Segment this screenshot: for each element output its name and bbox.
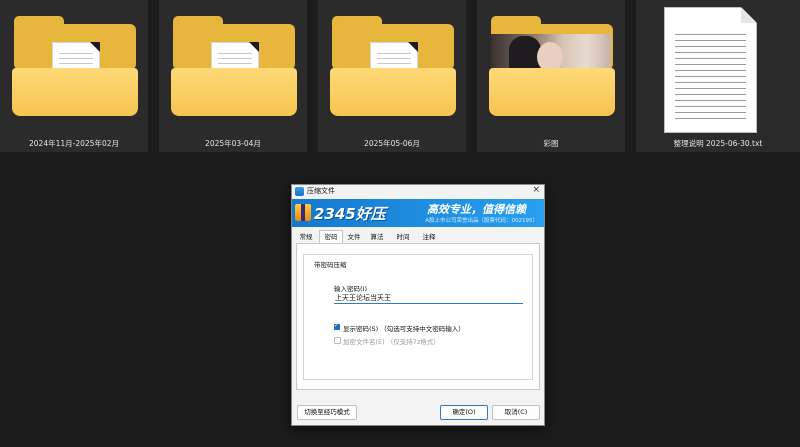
- tab-general[interactable]: 常规: [296, 231, 316, 243]
- group-title: 带密码压缩: [312, 259, 349, 269]
- close-icon[interactable]: ×: [532, 185, 540, 195]
- file-tile[interactable]: 2025年03-04月: [159, 0, 307, 152]
- text-document-icon: [636, 0, 800, 133]
- password-panel: 带密码压缩 输入密码(I) 显示密码(S) （勾选可支持中文密码输入） 加密文件…: [296, 243, 540, 390]
- file-name: 2025年05-06月: [364, 139, 420, 148]
- password-group: 带密码压缩 输入密码(I) 显示密码(S) （勾选可支持中文密码输入） 加密文件…: [303, 254, 533, 380]
- dialog-titlebar[interactable]: 压缩文件 ×: [292, 185, 544, 199]
- password-input[interactable]: [334, 293, 523, 304]
- show-password-checkbox[interactable]: [334, 322, 340, 330]
- tab-password[interactable]: 密码: [319, 230, 343, 244]
- encrypt-filenames-checkbox: [334, 337, 341, 344]
- folder-icon: [0, 0, 148, 132]
- folder-icon: [477, 0, 625, 132]
- tab-files[interactable]: 文件: [344, 231, 364, 243]
- password-label: 输入密码(I): [334, 285, 367, 293]
- compress-dialog: 压缩文件 × 2345好压 高效专业，值得信赖 A股上市公司荣誉出品（股票代码：…: [291, 184, 545, 426]
- haozip-app-icon: [295, 187, 304, 196]
- file-name: 2024年11月-2025年02月: [29, 139, 119, 148]
- file-grid: 2024年11月-2025年02月 2025年03-04月 2025年05-06…: [0, 0, 800, 152]
- file-name: 彩图: [543, 139, 559, 148]
- folder-icon: [318, 0, 466, 132]
- tab-algorithm[interactable]: 算法: [367, 231, 387, 243]
- brand-slogan: 高效专业，值得信赖: [427, 203, 526, 216]
- ok-button[interactable]: 确定(O): [440, 405, 488, 420]
- encrypt-filenames-label: 加密文件名(E) （仅支持7z格式）: [343, 338, 440, 346]
- file-tile[interactable]: 2024年11月-2025年02月: [0, 0, 148, 152]
- brand-subline: A股上市公司荣誉出品（股票代码：002195）: [425, 218, 538, 224]
- file-name: 整理说明 2025-06-30.txt: [673, 139, 763, 148]
- file-tile[interactable]: 整理说明 2025-06-30.txt: [636, 0, 800, 152]
- dialog-title: 压缩文件: [307, 187, 335, 195]
- cancel-button[interactable]: 取消(C): [492, 405, 540, 420]
- tab-comment[interactable]: 注释: [419, 231, 439, 243]
- brand-banner: 2345好压 高效专业，值得信赖 A股上市公司荣誉出品（股票代码：002195）: [292, 199, 544, 227]
- haozip-logo-icon: [295, 204, 311, 221]
- tab-time[interactable]: 时间: [393, 231, 413, 243]
- file-tile[interactable]: 2025年05-06月: [318, 0, 466, 152]
- file-name: 2025年03-04月: [205, 139, 261, 148]
- switch-mode-button[interactable]: 切换至经巧模式: [297, 405, 357, 420]
- brand-name: 2345好压: [314, 205, 386, 223]
- file-tile[interactable]: 彩图: [477, 0, 625, 152]
- folder-icon: [159, 0, 307, 132]
- show-password-label: 显示密码(S) （勾选可支持中文密码输入）: [343, 325, 465, 333]
